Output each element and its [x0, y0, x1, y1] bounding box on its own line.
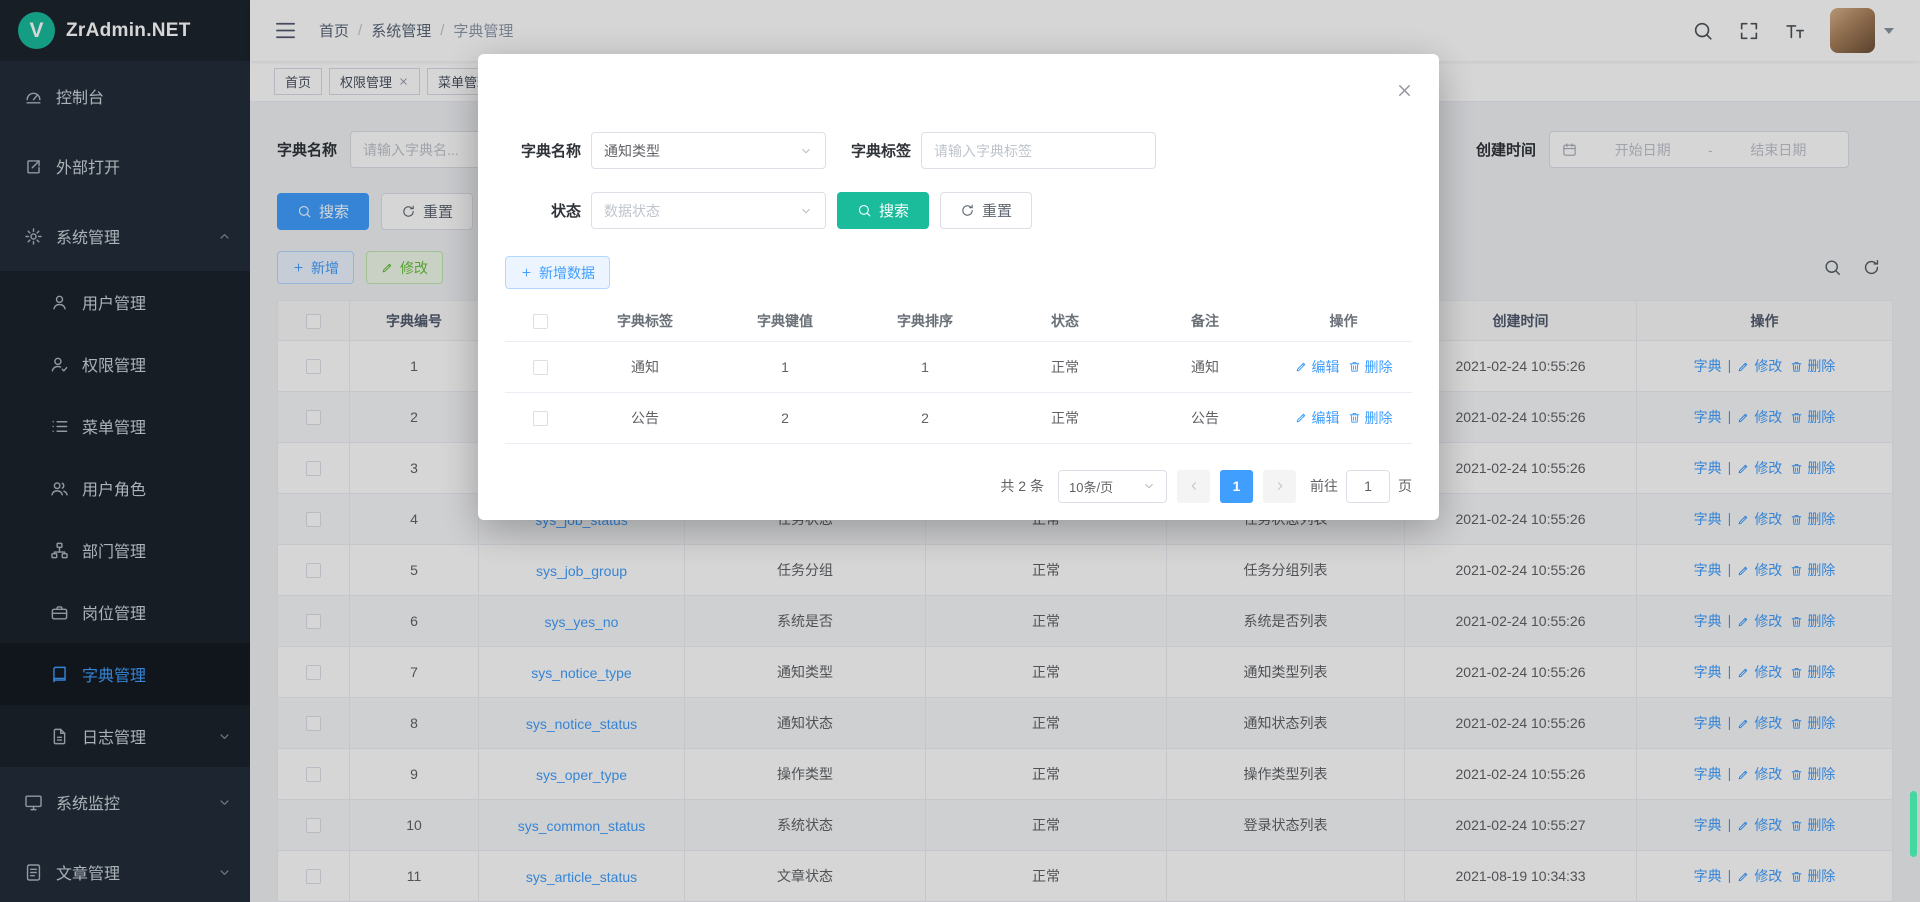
close-icon[interactable]: [1395, 81, 1414, 100]
chevron-left-icon: [1187, 479, 1201, 493]
dialog-reset-button[interactable]: 重置: [940, 192, 1032, 229]
status-placeholder: 数据状态: [604, 201, 660, 221]
dict-name-select[interactable]: 通知类型: [591, 132, 826, 169]
goto-page-value: 1: [1364, 478, 1372, 494]
add-data-button[interactable]: 新增数据: [505, 256, 610, 289]
status-cell: 正常: [995, 392, 1135, 443]
dialog-search-button[interactable]: 搜索: [837, 192, 929, 229]
dict-label-cell: 公告: [575, 392, 715, 443]
chevron-down-icon: [799, 204, 813, 218]
dialog-body: 字典名称 通知类型 字典标签 请输入字典标签 状态 数据状态 搜索 重置: [478, 54, 1439, 503]
goto-page-input[interactable]: 1: [1346, 470, 1390, 503]
dialog-dict-label-label: 字典标签: [826, 140, 911, 161]
dialog-filter-row-2: 状态 数据状态 搜索 重置: [505, 192, 1412, 229]
dict-data-dialog: 字典名称 通知类型 字典标签 请输入字典标签 状态 数据状态 搜索 重置: [478, 54, 1439, 520]
row-checkbox[interactable]: [533, 360, 548, 375]
column-header: 操作: [1275, 301, 1412, 341]
goto-label: 前往: [1310, 476, 1338, 496]
refresh-icon: [960, 203, 975, 218]
prev-page-button[interactable]: [1177, 470, 1210, 503]
dialog-filter-row-1: 字典名称 通知类型 字典标签 请输入字典标签: [505, 132, 1412, 169]
remark-cell: 通知: [1135, 341, 1275, 392]
table-row: 公告22正常公告编辑删除: [505, 392, 1412, 443]
dict-label-placeholder: 请输入字典标签: [934, 141, 1032, 161]
dict-sort-cell: 2: [855, 392, 995, 443]
next-page-button[interactable]: [1263, 470, 1296, 503]
table-row: 通知11正常通知编辑删除: [505, 341, 1412, 392]
search-icon: [857, 203, 872, 218]
select-all-checkbox[interactable]: [533, 314, 548, 329]
pencil-icon: [1295, 360, 1308, 373]
dialog-dict-name-label: 字典名称: [505, 140, 581, 161]
chevron-down-icon: [799, 144, 813, 158]
dict-name-value: 通知类型: [604, 141, 660, 161]
page-unit-label: 页: [1398, 476, 1412, 496]
dict-data-table: 字典标签字典键值字典排序状态备注操作通知11正常通知编辑删除公告22正常公告编辑…: [505, 301, 1412, 444]
delete-link[interactable]: 删除: [1348, 408, 1393, 428]
status-cell: 正常: [995, 341, 1135, 392]
dict-label-input[interactable]: 请输入字典标签: [921, 132, 1156, 169]
pencil-icon: [1295, 411, 1308, 424]
page-size-value: 10条/页: [1069, 477, 1113, 496]
dict-value-cell: 1: [715, 341, 855, 392]
remark-cell: 公告: [1135, 392, 1275, 443]
trash-icon: [1348, 360, 1361, 373]
total-count: 共 2 条: [1000, 476, 1044, 496]
column-header: 状态: [995, 301, 1135, 341]
dialog-status-label: 状态: [505, 200, 581, 221]
dict-value-cell: 2: [715, 392, 855, 443]
delete-link[interactable]: 删除: [1348, 357, 1393, 377]
trash-icon: [1348, 411, 1361, 424]
edit-link[interactable]: 编辑: [1295, 357, 1340, 377]
scrollbar-thumb[interactable]: [1910, 791, 1917, 857]
edit-link[interactable]: 编辑: [1295, 408, 1340, 428]
column-header: 字典键值: [715, 301, 855, 341]
chevron-down-icon: [1142, 479, 1156, 493]
chevron-right-icon: [1273, 479, 1287, 493]
column-header: 字典排序: [855, 301, 995, 341]
pagination: 共 2 条 10条/页 1 前往 1 页: [505, 470, 1412, 503]
status-select[interactable]: 数据状态: [591, 192, 826, 229]
column-header: 字典标签: [575, 301, 715, 341]
plus-icon: [520, 266, 533, 279]
page-1-button[interactable]: 1: [1220, 470, 1253, 503]
dict-label-cell: 通知: [575, 341, 715, 392]
column-header: 备注: [1135, 301, 1275, 341]
dict-sort-cell: 1: [855, 341, 995, 392]
page-size-select[interactable]: 10条/页: [1058, 470, 1167, 503]
row-checkbox[interactable]: [533, 411, 548, 426]
